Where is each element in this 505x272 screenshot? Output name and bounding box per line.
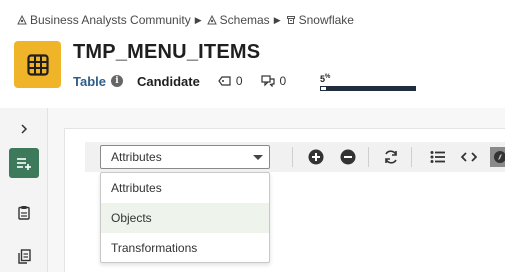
refresh-button[interactable] [381,147,401,167]
breadcrumb-label: Schemas [219,13,270,27]
refresh-icon [385,150,397,164]
breadcrumb-separator-icon: ▶ [194,14,202,25]
completeness-progress: 5% [320,72,416,91]
list-view-button[interactable] [428,147,448,167]
breadcrumb-label: Business Analysts Community [30,13,191,27]
status-label[interactable]: Candidate [137,74,200,89]
add-list-icon [17,158,31,170]
dropdown-option-attributes[interactable]: Attributes [101,173,269,203]
breadcrumb: Business Analysts Community ▶ Schemas ▶ … [17,12,354,28]
comments-count-value: 0 [279,74,287,88]
tags-count-value: 0 [235,74,243,88]
page: Business Analysts Community ▶ Schemas ▶ … [0,0,505,272]
copy-document-icon [17,248,31,264]
chevron-right-icon [21,124,28,134]
progress-fill [321,87,326,90]
tag-icon [218,76,231,86]
code-icon [461,152,477,162]
expand-rail-button[interactable] [9,114,39,144]
add-attribute-rail-button[interactable] [9,148,39,178]
breadcrumb-separator-icon: ▶ [273,14,281,25]
info-icon[interactable]: i [111,75,123,87]
table-asset-icon [14,41,61,88]
breadcrumb-schemas[interactable]: Schemas [206,13,270,27]
comments-icon [260,75,275,87]
breadcrumb-community[interactable]: Business Analysts Community [17,13,191,27]
dropdown-option-transformations[interactable]: Transformations [101,233,269,263]
breadcrumb-snowflake[interactable]: Snowflake [286,13,354,27]
progress-track [320,86,416,91]
list-icon [430,151,445,163]
compass-icon [493,151,505,163]
view-type-select[interactable]: Attributes [100,145,270,169]
copy-document-rail-button[interactable] [9,241,39,271]
add-button[interactable] [306,147,326,167]
community-icon [17,15,27,25]
clipboard-rail-button[interactable] [9,197,39,227]
asset-type-link[interactable]: Table [73,74,106,89]
toolbar-divider [411,147,412,167]
database-icon [286,15,296,25]
compass-button[interactable] [490,147,505,167]
toolbar-divider [292,147,293,167]
code-view-button[interactable] [459,147,479,167]
breadcrumb-label: Snowflake [298,13,354,27]
comments-count[interactable]: 0 [260,74,287,88]
remove-circle-icon [340,149,356,165]
toolbar-divider [368,147,369,167]
view-type-select-value: Attributes [111,150,162,164]
remove-button[interactable] [338,147,358,167]
schema-icon [206,15,217,25]
clipboard-icon [18,205,30,220]
page-title: TMP_MENU_ITEMS [73,41,261,63]
view-type-dropdown: Attributes Objects Transformations [100,172,270,263]
chevron-down-icon [253,155,263,160]
completeness-label: 5% [320,74,331,84]
tags-count[interactable]: 0 [218,74,243,88]
left-rail [0,108,48,272]
add-circle-icon [308,149,324,165]
asset-meta: Table i Candidate 0 0 [73,72,286,90]
dropdown-option-objects[interactable]: Objects [101,203,269,233]
